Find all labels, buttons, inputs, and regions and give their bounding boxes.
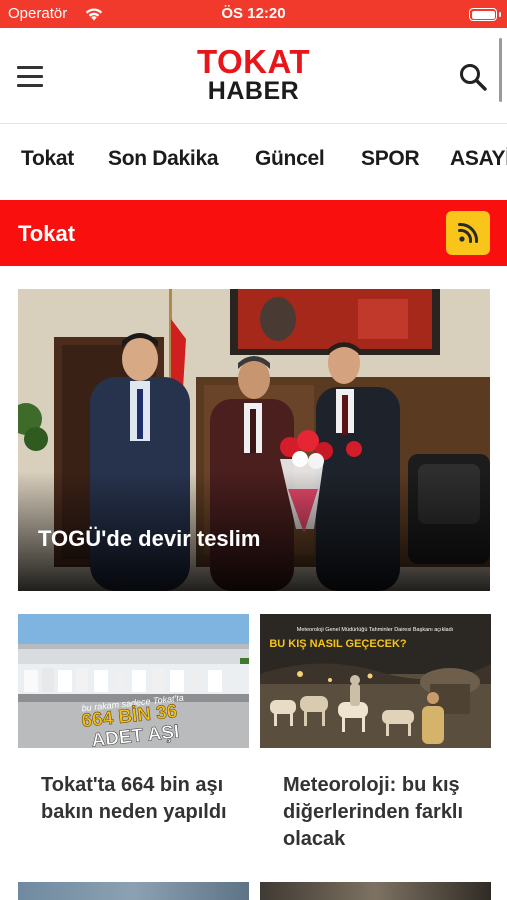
search-icon[interactable] [458, 62, 488, 92]
weather-image-small-caption: Meteoroloji Genel Müdürlüğü Tahminler Da… [297, 627, 453, 633]
news-card-title: Meteoroloji: bu kış diğerlerinden farklı… [283, 774, 464, 850]
logo-line-1: TOKAT [196, 43, 311, 80]
featured-news-card[interactable]: TOGÜ'de devir teslim [18, 289, 490, 591]
weather-news-image: Meteoroloji Genel Müdürlüğü Tahminler Da… [260, 614, 491, 748]
category-son-dakika[interactable]: Son Dakika [108, 147, 219, 171]
vaccine-news-image: bu rakam sadece Tokat'ta 664 BİN 36 ADET… [18, 614, 249, 748]
category-spor[interactable]: SPOR [361, 147, 420, 171]
scroll-indicator [499, 38, 502, 102]
logo-line-2: HABER [207, 77, 300, 105]
category-guncel[interactable]: Güncel [255, 147, 325, 171]
news-card[interactable]: bu rakam sadece Tokat'ta 664 BİN 36 ADET… [18, 614, 249, 864]
news-card-peek[interactable] [18, 882, 249, 900]
status-bar: Operatör ÖS 12:20 [0, 0, 507, 28]
section-header: Tokat [0, 200, 507, 266]
site-logo[interactable]: TOKAT HABER [0, 45, 507, 104]
news-card[interactable]: Meteoroloji Genel Müdürlüğü Tahminler Da… [260, 614, 491, 864]
news-card-image: Meteoroloji Genel Müdürlüğü Tahminler Da… [260, 614, 491, 748]
section-title: Tokat [18, 221, 76, 246]
news-card-peek[interactable] [260, 882, 491, 900]
weather-image-big-caption: BU KIŞ NASIL GEÇECEK? [269, 638, 407, 650]
app-header: TOKAT HABER [0, 28, 507, 124]
news-card-title: Tokat'ta 664 bin aşı bakın neden yapıldı [41, 774, 227, 823]
news-card-image: bu rakam sadece Tokat'ta 664 BİN 36 ADET… [18, 614, 249, 748]
category-nav: Tokat Son Dakika Güncel SPOR ASAYİŞ [0, 125, 507, 199]
rss-button[interactable] [446, 211, 490, 255]
clock: ÖS 12:20 [221, 5, 286, 22]
featured-news-title: TOGÜ'de devir teslim [38, 526, 261, 551]
battery-icon [469, 8, 501, 21]
rss-icon [458, 222, 479, 243]
category-asayis[interactable]: ASAYİŞ [450, 147, 507, 171]
category-tokat[interactable]: Tokat [21, 147, 74, 171]
